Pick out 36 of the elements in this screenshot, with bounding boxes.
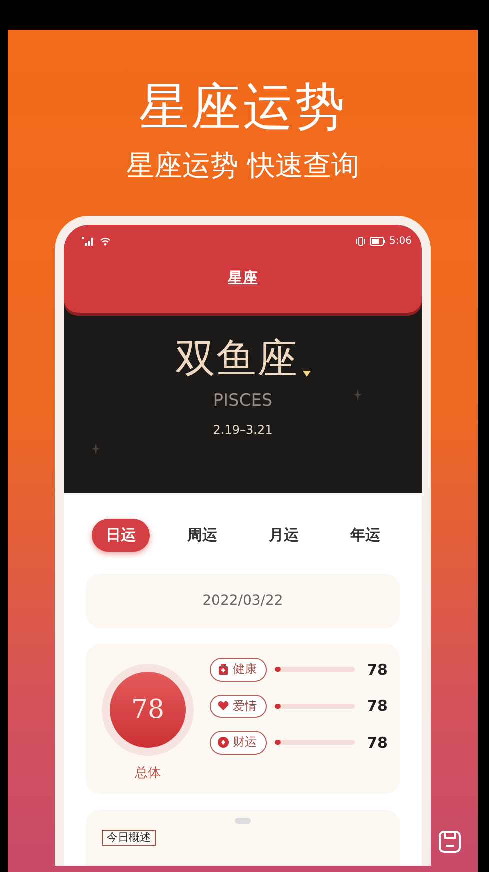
promo-subtitle: 星座运势 快速查询	[126, 152, 360, 180]
aspect-pill[interactable]: 健康	[210, 658, 267, 682]
sign-date-range: 2.19–3.21	[213, 422, 273, 439]
aspect-label: 爱情	[233, 698, 257, 714]
date-text: 2022/03/22	[202, 592, 284, 610]
wifi-icon	[100, 236, 111, 246]
vibrate-icon	[356, 236, 366, 246]
sign-latin-name: PISCES	[213, 393, 273, 410]
coin-icon	[218, 737, 229, 748]
heart-icon	[218, 701, 229, 712]
overall-label: 总体	[135, 765, 161, 783]
sparkle-icon	[92, 443, 100, 455]
aspect-label: 健康	[233, 662, 257, 678]
header-title: 星座	[226, 268, 259, 289]
overall-score: 78	[110, 672, 186, 748]
aspect-pill[interactable]: 爱情	[210, 694, 267, 718]
aspect-score: 78	[366, 732, 388, 754]
caret-icon[interactable]	[302, 371, 310, 377]
save-icon[interactable]	[438, 830, 462, 854]
period-tab[interactable]: 周运	[173, 519, 232, 552]
sign-name: 双鱼座	[176, 339, 298, 379]
drag-handle[interactable]	[235, 818, 251, 824]
first-aid-icon	[218, 664, 229, 676]
summary-title: 今日概述	[102, 830, 156, 846]
battery-icon	[370, 236, 386, 246]
sparkle-icon	[354, 389, 362, 401]
signal-icon	[82, 236, 96, 246]
status-time: 5:06	[390, 234, 412, 248]
promo-title: 星座运势	[138, 82, 348, 132]
aspect-pill[interactable]: 财运	[210, 731, 267, 755]
period-tab[interactable]: 月运	[254, 519, 313, 552]
aspect-label: 财运	[233, 735, 257, 751]
period-tab[interactable]: 日运	[92, 519, 150, 552]
aspect-score: 78	[366, 696, 388, 718]
aspect-score: 78	[366, 660, 388, 681]
period-tab[interactable]: 年运	[336, 519, 394, 552]
